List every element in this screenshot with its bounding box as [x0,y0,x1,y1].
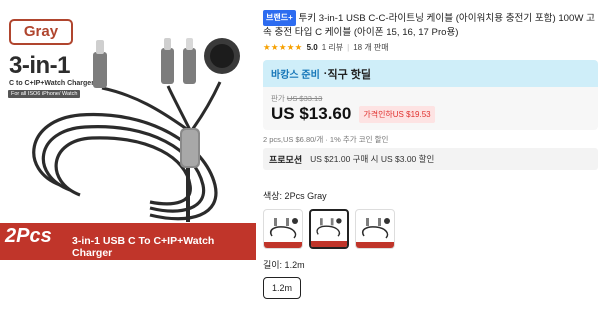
product-title[interactable]: 브랜드+ 투키 3-in-1 USB C-C-라이트닝 케이블 (아이워치용 충… [263,10,598,40]
original-price-row: 판가 US $33.13 [271,93,322,104]
rating-value: 5.0 [306,43,318,52]
length-label: 길이: 1.2m [263,260,305,270]
review-count[interactable]: 1 리뷰 [322,42,343,53]
discount-badge: 가격인하US $19.53 [359,105,435,123]
divider: | [347,43,350,52]
original-price: US $33.13 [286,94,323,103]
promotion-text: US $21.00 구매 시 US $3.00 할인 [310,154,435,164]
swatch-banner [356,242,394,248]
deal-header: 바캉스 준비 · 직구 핫딜 [263,60,598,87]
banner-text: 3-in-1 USB C To C+IP+Watch Charger [72,235,215,259]
promotion-box[interactable]: 프로모션 US $21.00 구매 시 US $3.00 할인 [263,148,598,170]
color-swatch-1[interactable] [263,209,303,249]
deal-label-prefix: 바캉스 준비 [271,70,320,81]
swatch-banner [264,242,302,248]
original-price-prefix: 판가 [271,94,285,103]
brand-badge: 브랜드+ [263,10,296,26]
length-option-button[interactable]: 1.2m [263,277,301,299]
rating-row: ★★★★★ 5.0 1 리뷰 | 18 개 판매 [263,42,389,53]
promotion-label: 프로모션 [269,154,303,165]
color-swatches [263,209,395,249]
sales-count: 18 개 판매 [353,43,389,52]
deal-box: 바캉스 준비 · 직구 핫딜 판가 US $33.13 US $13.60 가격… [263,60,598,130]
product-title-text: 투키 3-in-1 USB C-C-라이트닝 케이블 (아이워치용 충전기 포함… [263,13,595,38]
swatch-banner [311,241,347,247]
cable-icon [32,38,240,222]
color-swatch-2-selected[interactable] [309,209,349,249]
product-details: 브랜드+ 투키 3-in-1 USB C-C-라이트닝 케이블 (아이워치용 충… [263,0,600,309]
deal-label-main: 직구 핫딜 [327,68,371,81]
star-icon: ★★★★★ [263,42,303,52]
color-swatch-3[interactable] [355,209,395,249]
price-row: US $13.60 가격인하US $19.53 [271,104,435,124]
color-label: 색상: 2Pcs Gray [263,191,327,201]
current-price: US $13.60 [271,104,352,123]
unit-price: 2 pcs,US $6.80/개 · 1% 추가 코인 할인 [263,135,389,144]
product-main-image[interactable]: Gray 3-in-1 C to C+IP+Watch Charger For … [0,0,256,260]
banner-count: 2Pcs [5,225,52,247]
